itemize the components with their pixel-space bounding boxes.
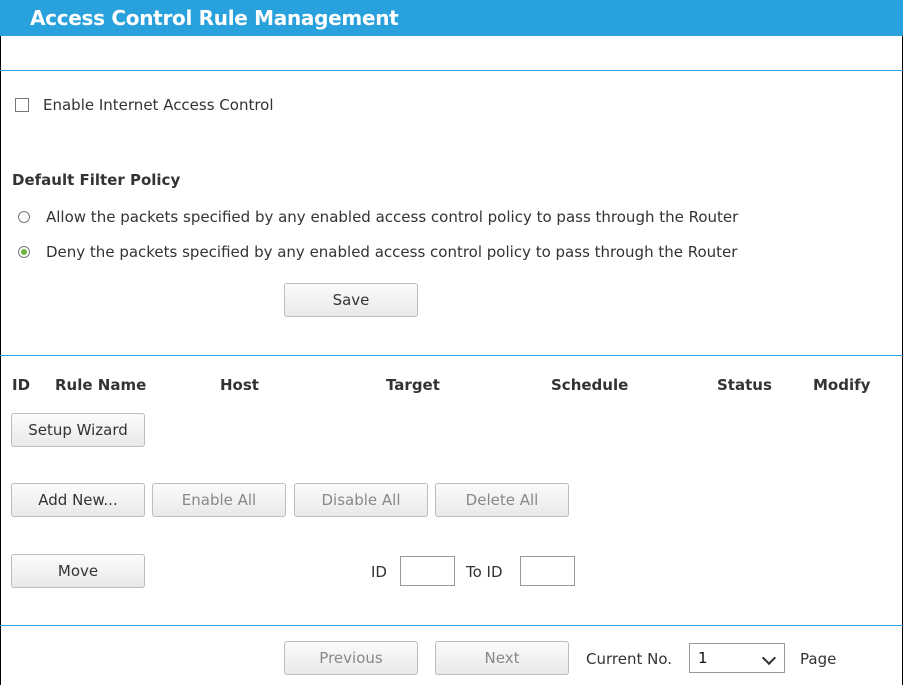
- enable-all-button[interactable]: Enable All: [152, 483, 286, 517]
- enable-access-control-label: Enable Internet Access Control: [43, 96, 274, 114]
- divider: [0, 625, 903, 626]
- move-to-id-label: To ID: [466, 563, 503, 581]
- delete-all-button[interactable]: Delete All: [435, 483, 569, 517]
- title-bar: Access Control Rule Management: [0, 0, 903, 36]
- current-number-label: Current No.: [586, 650, 673, 668]
- move-button[interactable]: Move: [11, 554, 145, 588]
- chevron-down-icon: [761, 650, 777, 666]
- move-to-id-input[interactable]: [520, 556, 575, 586]
- allow-policy-label: Allow the packets specified by any enabl…: [46, 208, 739, 226]
- page-title: Access Control Rule Management: [30, 6, 399, 30]
- deny-policy-radio[interactable]: [18, 246, 30, 258]
- save-button[interactable]: Save: [284, 283, 418, 317]
- column-header-id: ID: [12, 376, 31, 394]
- page-select[interactable]: 1: [689, 643, 785, 673]
- page-select-value: 1: [698, 649, 708, 667]
- page-label: Page: [800, 650, 837, 668]
- deny-policy-label: Deny the packets specified by any enable…: [46, 243, 738, 261]
- move-id-label: ID: [371, 563, 387, 581]
- divider: [0, 70, 903, 71]
- allow-policy-radio[interactable]: [18, 211, 30, 223]
- column-header-target: Target: [386, 376, 440, 394]
- disable-all-button[interactable]: Disable All: [294, 483, 428, 517]
- next-button[interactable]: Next: [435, 641, 569, 675]
- divider: [0, 355, 903, 356]
- filter-policy-heading: Default Filter Policy: [12, 171, 181, 189]
- column-header-rule-name: Rule Name: [55, 376, 147, 394]
- move-id-input[interactable]: [400, 556, 455, 586]
- column-header-status: Status: [717, 376, 772, 394]
- column-header-schedule: Schedule: [551, 376, 629, 394]
- column-header-modify: Modify: [813, 376, 871, 394]
- setup-wizard-button[interactable]: Setup Wizard: [11, 413, 145, 447]
- enable-access-control-checkbox[interactable]: [15, 98, 29, 112]
- column-header-host: Host: [220, 376, 259, 394]
- previous-button[interactable]: Previous: [284, 641, 418, 675]
- add-new-button[interactable]: Add New...: [11, 483, 145, 517]
